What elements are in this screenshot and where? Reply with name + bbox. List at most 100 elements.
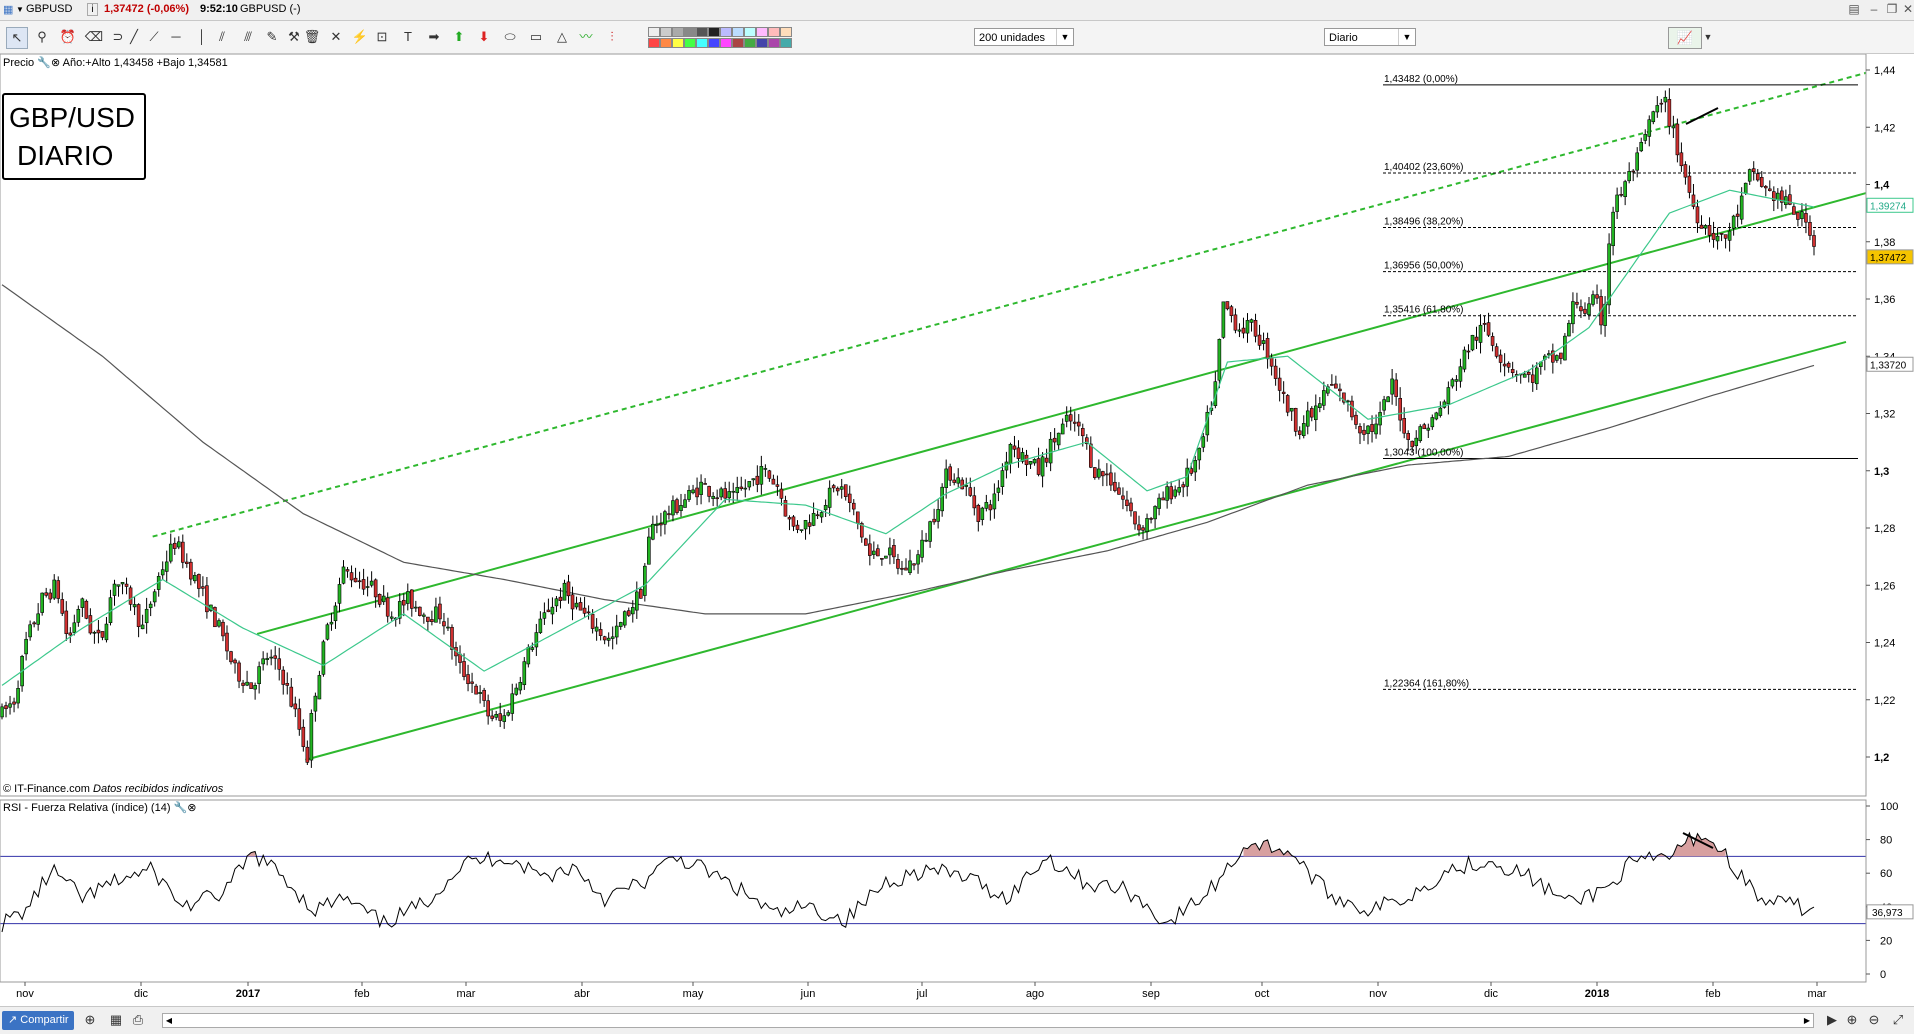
candle-body — [1575, 301, 1579, 305]
horizontal-line-icon[interactable]: ─ — [166, 27, 186, 47]
arrow-up-icon[interactable]: ⬆ — [449, 27, 469, 47]
candle-body — [1398, 398, 1402, 421]
scroll-right-icon[interactable]: ▶ — [1801, 1014, 1813, 1027]
arrow-down-icon[interactable]: ⬇ — [474, 27, 494, 47]
share-label: Compartir — [20, 1014, 69, 1026]
zoom-reset-icon[interactable]: ⊕ — [80, 1010, 100, 1030]
candle-body — [655, 523, 659, 526]
wrench-icon[interactable]: 🔧 — [37, 57, 51, 69]
candle-body — [381, 595, 386, 603]
zoom-out-icon[interactable]: ⊖ — [1864, 1010, 1884, 1030]
pen-icon[interactable]: ✎ — [262, 27, 282, 47]
candle-body — [44, 592, 48, 596]
share-button[interactable]: ↗ Compartir — [2, 1011, 74, 1030]
diagonal-line-icon[interactable]: ⟋ — [144, 27, 164, 47]
chevron-down-icon[interactable]: ▼ — [1702, 27, 1714, 47]
channel-icon[interactable]: ⫽ — [212, 27, 232, 47]
info-icon[interactable]: i — [87, 3, 98, 16]
chart-title-box: GBP/USD DIARIO — [2, 93, 146, 180]
candle-body — [1157, 497, 1161, 509]
chart-style-icon[interactable]: 📈 — [1668, 27, 1702, 49]
scroll-end-icon[interactable]: ▶ — [1822, 1010, 1842, 1030]
period-select[interactable]: Diario ▼ — [1324, 28, 1416, 46]
candle-body — [634, 591, 639, 611]
trendline-icon[interactable]: ╱ — [124, 27, 144, 47]
candle-body — [144, 608, 149, 624]
candle-body — [1808, 222, 1812, 236]
crossline-icon[interactable]: ✕ — [326, 27, 346, 47]
horizontal-scrollbar[interactable]: ◀ ▶ — [162, 1013, 1814, 1028]
candle-body — [414, 606, 418, 609]
wave-icon[interactable]: 〰 — [576, 27, 596, 47]
x-tick-label: ago — [1026, 988, 1044, 1000]
fib-level-label: 1,38496 (38,20%) — [1384, 217, 1464, 228]
candle-body — [1635, 152, 1640, 171]
zoom-in-icon[interactable]: ⊕ — [1842, 1010, 1862, 1030]
vertical-line-icon[interactable]: │ — [192, 27, 212, 47]
rsi-value-label: 36,973 — [1872, 908, 1903, 919]
candle-body — [643, 565, 647, 596]
source-label: © IT-Finance.com — [3, 783, 90, 795]
candle-body — [1695, 206, 1700, 224]
close-circle-icon[interactable]: ⊗ — [187, 802, 196, 814]
candle-body — [361, 579, 366, 590]
candle-body — [48, 592, 53, 600]
symbol-label[interactable]: GBPUSD — [26, 3, 72, 15]
candle-body — [791, 516, 796, 527]
rectangle-icon[interactable]: ▭ — [526, 27, 546, 47]
fibonacci-icon[interactable]: ⫶ — [602, 27, 622, 47]
source-note: Datos recibidos indicativos — [93, 783, 224, 795]
candle-body — [1679, 152, 1684, 167]
candle-body — [36, 613, 40, 625]
trash-icon[interactable]: 🗑 — [302, 27, 322, 47]
print-icon[interactable]: ⎙ — [128, 1010, 148, 1030]
chevron-down-icon[interactable]: ▼ — [16, 5, 24, 14]
candle-body — [876, 548, 880, 557]
candle-body — [1450, 379, 1455, 387]
candle-body — [606, 637, 611, 641]
candle-body — [622, 611, 627, 626]
alarm-icon[interactable]: ⏰ — [58, 27, 78, 47]
fan-icon[interactable]: ⚡ — [350, 27, 370, 47]
candle-body — [1197, 447, 1202, 461]
candle-body — [1056, 432, 1061, 446]
candle-body — [325, 624, 330, 640]
candle-body — [265, 658, 269, 660]
candle-body — [1639, 141, 1644, 152]
fullscreen-icon[interactable]: ⤢ — [1888, 1010, 1908, 1030]
list-icon[interactable]: ▤ — [1846, 2, 1862, 16]
candle-body — [64, 610, 69, 634]
candle-body — [309, 713, 314, 761]
triangle-icon[interactable]: △ — [552, 27, 572, 47]
candle-body — [896, 559, 900, 569]
grid-icon[interactable]: ▦ — [3, 3, 13, 16]
grid-toggle-icon[interactable]: ▦ — [106, 1010, 126, 1030]
parallel-lines-icon[interactable]: ⫻ — [238, 27, 258, 47]
candle-body — [803, 520, 808, 530]
candle-body — [1735, 213, 1740, 217]
candle-body — [751, 478, 756, 481]
scale-icon[interactable]: ⊡ — [372, 27, 392, 47]
wrench-icon[interactable]: 🔧 — [174, 802, 188, 814]
close-icon[interactable]: ✕ — [1900, 2, 1914, 16]
close-circle-icon[interactable]: ⊗ — [51, 57, 60, 69]
candle-body — [1338, 388, 1342, 392]
restore-icon[interactable]: ❐ — [1884, 2, 1900, 16]
candle-body — [767, 470, 772, 479]
tools-icon[interactable]: ⚒ — [284, 27, 304, 47]
candle-body — [1237, 329, 1242, 332]
zoom-icon[interactable]: ⚲ — [32, 27, 52, 47]
candle-body — [385, 597, 390, 617]
text-tool-icon[interactable]: T — [398, 27, 418, 47]
pointer-tool-icon[interactable]: ↖ — [6, 27, 28, 49]
minimize-icon[interactable]: – — [1866, 2, 1882, 16]
price-chart[interactable]: 1,43482 (0,00%) 1,40402 (23,60%) 1,38496 (… — [0, 54, 1914, 1006]
arrow-right-icon[interactable]: ➡ — [424, 27, 444, 47]
units-select[interactable]: 200 unidades ▼ — [974, 28, 1074, 46]
candle-body — [695, 487, 699, 498]
ellipse-icon[interactable]: ⬭ — [500, 27, 520, 47]
scroll-left-icon[interactable]: ◀ — [163, 1014, 175, 1027]
eraser-icon[interactable]: ⌫ — [84, 27, 104, 47]
candle-body — [1233, 314, 1238, 331]
candle-body — [912, 563, 916, 566]
